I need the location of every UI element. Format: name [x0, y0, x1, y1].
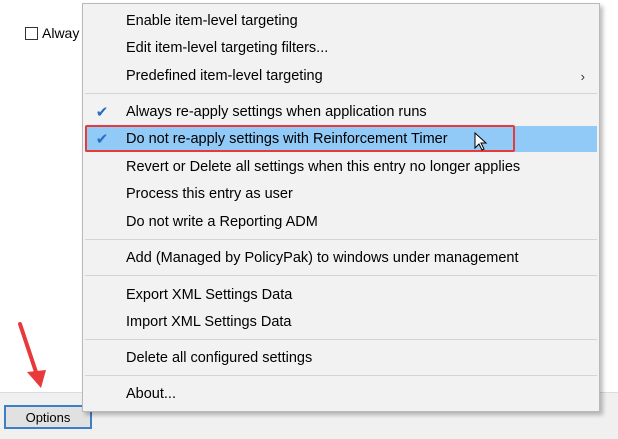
- menu-item-label: Do not write a Reporting ADM: [126, 214, 318, 230]
- menu-separator: [85, 239, 597, 240]
- menu-item-revert-delete[interactable]: Revert or Delete all settings when this …: [85, 154, 597, 180]
- checkmark-icon: ✔: [95, 131, 109, 148]
- context-menu: Enable item-level targeting Edit item-le…: [82, 3, 600, 412]
- menu-item-no-reporting-adm[interactable]: Do not write a Reporting ADM: [85, 209, 597, 235]
- red-arrow-annotation: [18, 322, 46, 388]
- menu-item-edit-targeting-filters[interactable]: Edit item-level targeting filters...: [85, 35, 597, 61]
- menu-item-about[interactable]: About...: [85, 381, 597, 407]
- menu-item-label: Always re-apply settings when applicatio…: [126, 104, 427, 120]
- menu-item-label: Edit item-level targeting filters...: [126, 40, 329, 56]
- menu-item-label: Enable item-level targeting: [126, 13, 298, 29]
- checkbox-box[interactable]: [25, 26, 38, 40]
- menu-item-no-reapply-reinforcement[interactable]: ✔ Do not re-apply settings with Reinforc…: [85, 126, 597, 152]
- menu-item-export-xml[interactable]: Export XML Settings Data: [85, 282, 597, 308]
- mouse-cursor-icon: [474, 132, 488, 151]
- menu-item-label: Revert or Delete all settings when this …: [126, 159, 521, 175]
- menu-separator: [85, 93, 597, 94]
- menu-item-label: Add (Managed by PolicyPak) to windows un…: [126, 250, 519, 266]
- menu-item-label: Delete all configured settings: [126, 350, 313, 366]
- menu-item-enable-targeting[interactable]: Enable item-level targeting: [85, 8, 597, 34]
- menu-item-label: About...: [126, 386, 176, 402]
- menu-item-delete-all[interactable]: Delete all configured settings: [85, 345, 597, 371]
- options-button[interactable]: Options: [4, 405, 92, 429]
- checkbox-label: Alway: [42, 25, 80, 41]
- menu-item-label: Process this entry as user: [126, 186, 293, 202]
- menu-item-import-xml[interactable]: Import XML Settings Data: [85, 309, 597, 335]
- menu-item-always-reapply[interactable]: ✔ Always re-apply settings when applicat…: [85, 99, 597, 125]
- submenu-arrow-icon: ›: [580, 68, 585, 84]
- menu-item-add-managed[interactable]: Add (Managed by PolicyPak) to windows un…: [85, 245, 597, 271]
- menu-item-process-as-user[interactable]: Process this entry as user: [85, 181, 597, 207]
- menu-item-label: Import XML Settings Data: [126, 314, 292, 330]
- menu-separator: [85, 339, 597, 340]
- menu-item-label: Do not re-apply settings with Reinforcem…: [126, 131, 448, 147]
- menu-separator: [85, 275, 597, 276]
- menu-item-label: Export XML Settings Data: [126, 287, 293, 303]
- menu-item-label: Predefined item-level targeting: [126, 68, 323, 84]
- menu-item-predefined-targeting[interactable]: Predefined item-level targeting ›: [85, 63, 597, 89]
- menu-separator: [85, 375, 597, 376]
- always-checkbox[interactable]: Alway: [25, 25, 79, 41]
- checkmark-icon: ✔: [95, 104, 109, 121]
